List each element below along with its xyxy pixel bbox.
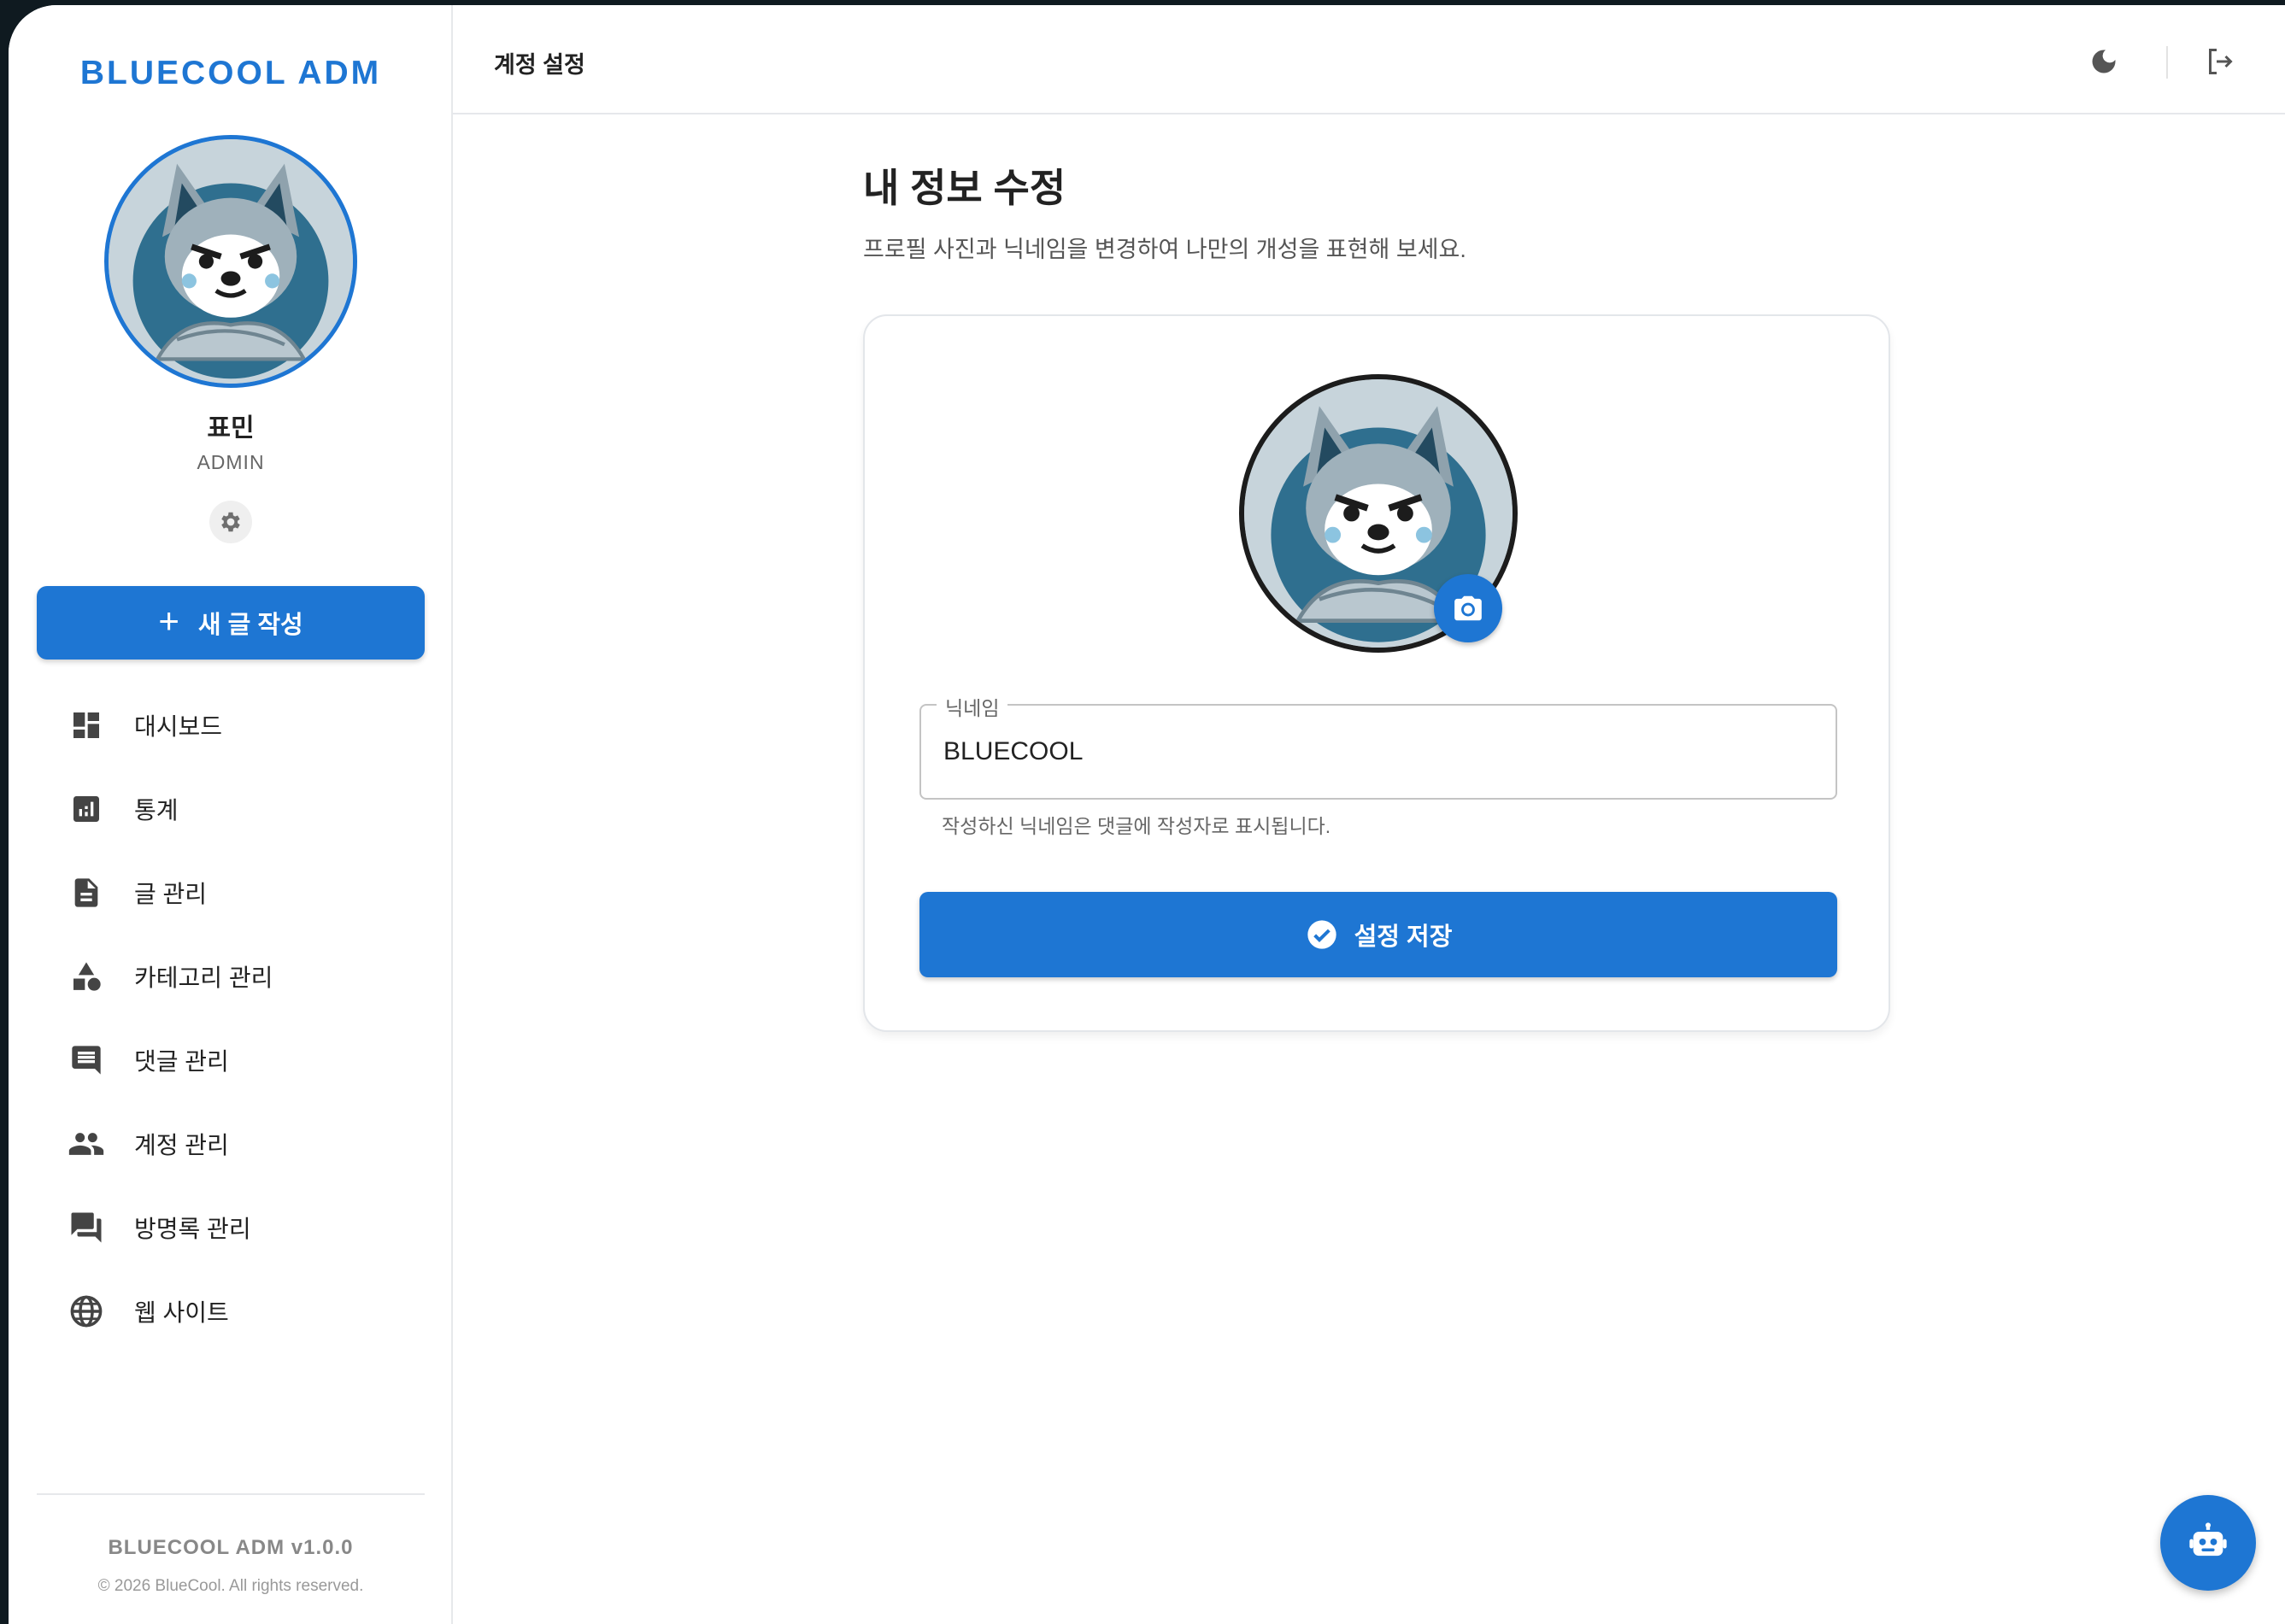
plus-icon: + (158, 601, 179, 641)
sidebar-item-label: 대시보드 (134, 713, 223, 740)
logout-button[interactable] (2199, 41, 2240, 82)
husky-avatar-image (109, 139, 353, 384)
theme-toggle-button[interactable] (2083, 41, 2124, 82)
sidebar-item-dashboard[interactable]: 대시보드 (37, 683, 425, 767)
moon-icon (2092, 50, 2116, 73)
category-icon (66, 956, 107, 997)
top-bar: 계정 설정 (453, 5, 2285, 114)
header-divider (2166, 46, 2168, 79)
sidebar: BLUECOOL ADM 표민 ADMIN + 새 글 작성 대시보드 통계 글… (9, 5, 453, 1624)
stats-icon (66, 789, 107, 830)
dashboard-icon (66, 705, 107, 746)
app-window: BLUECOOL ADM 표민 ADMIN + 새 글 작성 대시보드 통계 글… (9, 5, 2285, 1624)
sidebar-item-posts[interactable]: 글 관리 (37, 851, 425, 935)
copyright: © 2026 BlueCool. All rights reserved. (97, 1577, 364, 1595)
globe-icon (66, 1291, 107, 1332)
user-name: 표민 (207, 414, 255, 443)
profile-card: 닉네임 작성하신 닉네임은 댓글에 작성자로 표시됩니다. 설정 저장 (863, 314, 1890, 1032)
nickname-input[interactable] (943, 706, 1815, 798)
sidebar-item-label: 글 관리 (134, 881, 208, 907)
upload-photo-button[interactable] (1434, 574, 1502, 642)
chatbot-button[interactable] (2160, 1495, 2256, 1591)
sidebar-item-guestbook[interactable]: 방명록 관리 (37, 1186, 425, 1269)
new-post-button[interactable]: + 새 글 작성 (37, 586, 425, 660)
robot-icon (2189, 1522, 2227, 1557)
section-description: 프로필 사진과 닉네임을 변경하여 나만의 개성을 표현해 보세요. (863, 237, 1466, 262)
document-icon (66, 872, 107, 913)
sidebar-item-label: 카테고리 관리 (134, 964, 273, 991)
save-settings-button[interactable]: 설정 저장 (919, 892, 1837, 977)
sidebar-item-accounts[interactable]: 계정 관리 (37, 1102, 425, 1186)
forum-icon (66, 1207, 107, 1248)
sidebar-item-website[interactable]: 웹 사이트 (37, 1269, 425, 1353)
settings-button[interactable] (209, 501, 252, 543)
camera-icon (1454, 595, 1482, 621)
avatar (104, 135, 357, 388)
sidebar-item-label: 계정 관리 (134, 1132, 229, 1158)
nickname-field: 닉네임 (919, 692, 1837, 800)
check-circle-icon (1307, 920, 1336, 949)
brand-logo[interactable]: BLUECOOL ADM (9, 55, 453, 92)
section-title: 내 정보 수정 (863, 166, 1066, 210)
logout-icon (2209, 49, 2233, 74)
sidebar-divider (37, 1493, 425, 1495)
page-title: 계정 설정 (494, 52, 585, 78)
sidebar-nav: 대시보드 통계 글 관리 카테고리 관리 댓글 관리 계정 관리 방명록 관리 … (37, 683, 425, 1353)
sidebar-item-comments[interactable]: 댓글 관리 (37, 1018, 425, 1102)
sidebar-item-stats[interactable]: 통계 (37, 767, 425, 851)
sidebar-item-label: 방명록 관리 (134, 1216, 251, 1242)
gear-icon (221, 512, 240, 532)
sidebar-item-label: 웹 사이트 (134, 1299, 229, 1326)
save-label: 설정 저장 (1354, 923, 1453, 951)
sidebar-item-label: 댓글 관리 (134, 1048, 229, 1075)
nickname-helper-text: 작성하신 닉네임은 댓글에 작성자로 표시됩니다. (942, 815, 1331, 837)
app-version: BLUECOOL ADM v1.0.0 (108, 1536, 354, 1559)
comment-icon (66, 1040, 107, 1081)
new-post-label: 새 글 작성 (197, 612, 303, 639)
sidebar-item-categories[interactable]: 카테고리 관리 (37, 935, 425, 1018)
sidebar-item-label: 통계 (134, 797, 179, 824)
people-icon (66, 1123, 107, 1164)
user-role: ADMIN (197, 451, 265, 473)
